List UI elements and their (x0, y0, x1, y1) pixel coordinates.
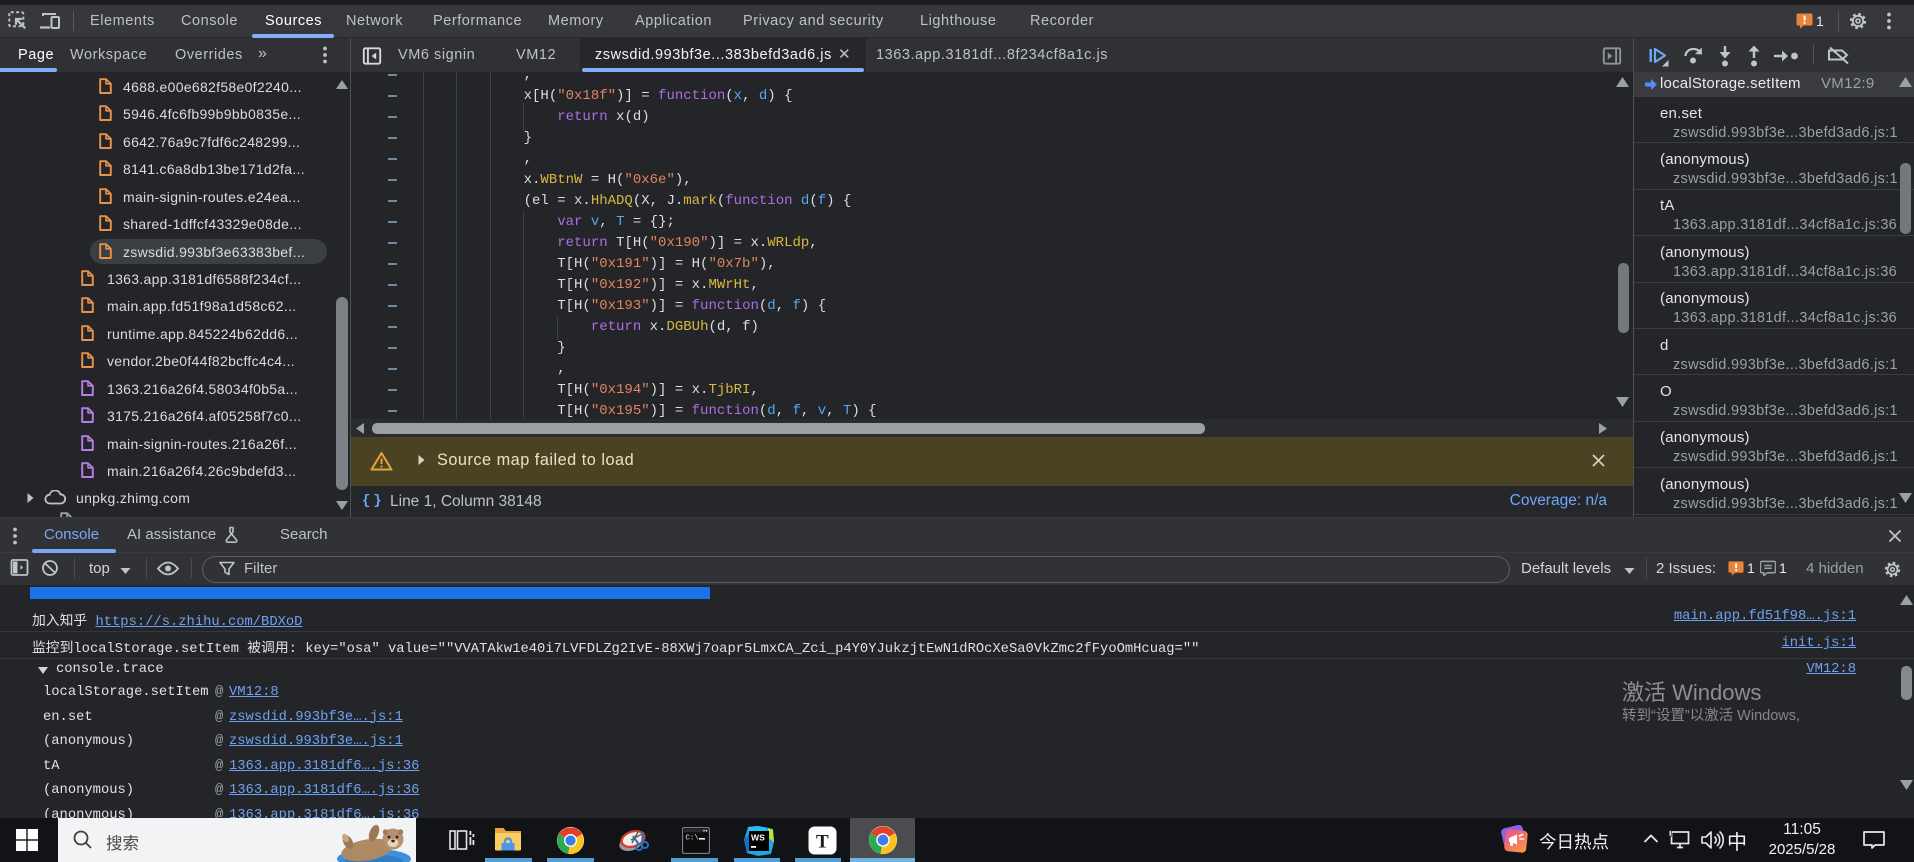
svg-text:T: T (816, 832, 829, 853)
svg-text:WS: WS (751, 833, 765, 843)
svg-text:C:\: C:\ (685, 835, 699, 843)
